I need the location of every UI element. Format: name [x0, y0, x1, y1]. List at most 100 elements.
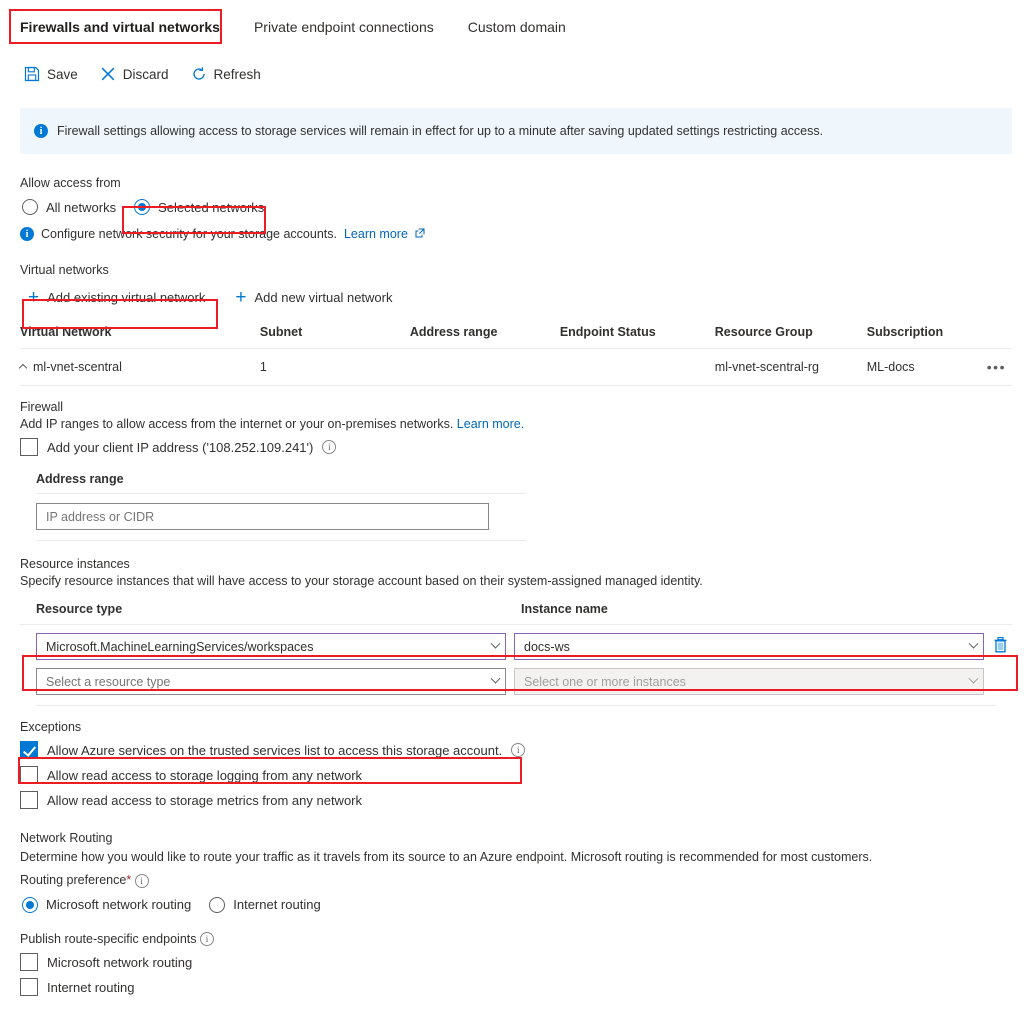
radio-indicator	[22, 199, 38, 215]
info-icon[interactable]: i	[134, 873, 149, 888]
required-mark: *	[126, 873, 132, 887]
virtual-networks-actions: + Add existing virtual network + Add new…	[20, 282, 1012, 313]
storage-logging-label: Allow read access to storage logging fro…	[47, 767, 363, 783]
resource-instances-label: Resource instances	[20, 557, 130, 571]
resource-instances-description: Specify resource instances that will hav…	[20, 574, 703, 588]
radio-label: Internet routing	[233, 897, 321, 913]
exceptions-label: Exceptions	[20, 720, 82, 734]
trusted-services-checkbox[interactable]	[20, 741, 38, 759]
chevron-down-icon	[968, 673, 979, 684]
firewall-description: Add IP ranges to allow access from the i…	[20, 417, 1012, 431]
exception-row-storage-logging[interactable]: Allow read access to storage logging fro…	[20, 766, 1012, 784]
tab-bar: Firewalls and virtual networks Private e…	[0, 0, 1032, 44]
tab-label: Private endpoint connections	[253, 19, 434, 35]
column-header-actions	[986, 325, 1012, 349]
add-new-virtual-network-button[interactable]: + Add new virtual network	[227, 282, 400, 313]
tab-custom-domain[interactable]: Custom domain	[466, 19, 568, 44]
divider	[36, 540, 526, 541]
divider	[36, 705, 996, 706]
resource-type-value: Microsoft.MachineLearningServices/worksp…	[46, 639, 314, 654]
radio-label: Selected networks	[158, 199, 265, 215]
publish-endpoints-label: Publish route-specific endpoints	[20, 931, 197, 946]
tab-private-endpoint-connections[interactable]: Private endpoint connections	[252, 19, 436, 44]
table-header-row: Virtual Network Subnet Address range End…	[20, 325, 1012, 349]
publish-microsoft-routing-checkbox[interactable]	[20, 953, 38, 972]
divider	[36, 493, 526, 494]
resource-type-select-empty[interactable]: Select a resource type	[36, 668, 506, 695]
radio-all-networks[interactable]: All networks	[20, 196, 122, 218]
instance-name-select[interactable]: docs-ws	[514, 633, 984, 660]
plus-icon: +	[235, 287, 247, 308]
firewall-learn-more-link[interactable]: Learn more.	[457, 417, 524, 431]
storage-logging-checkbox[interactable]	[20, 766, 38, 784]
chevron-down-icon	[490, 638, 501, 649]
routing-preference-label-row: Routing preference* i	[20, 873, 1012, 888]
client-ip-label: Add your client IP address ('108.252.109…	[47, 439, 314, 455]
cell-subscription: ML-docs	[866, 348, 987, 386]
info-icon[interactable]: i	[322, 440, 337, 454]
cell-address-range	[409, 348, 560, 386]
note-text: Configure network security for your stor…	[41, 227, 337, 241]
banner-text: Firewall settings allowing access to sto…	[57, 123, 824, 138]
save-button[interactable]: Save	[24, 66, 78, 82]
instance-name-placeholder: Select one or more instances	[524, 674, 686, 689]
table-row[interactable]: ml-vnet-scentral 1 ml-vnet-scentral-rg M…	[18, 348, 1012, 386]
info-icon: i	[34, 124, 48, 138]
chevron-right-icon[interactable]	[18, 363, 28, 372]
address-range-input[interactable]	[36, 503, 489, 530]
resource-type-select[interactable]: Microsoft.MachineLearningServices/worksp…	[36, 633, 506, 660]
publish-internet-routing-checkbox[interactable]	[20, 978, 38, 997]
learn-more-link[interactable]: Learn more	[344, 227, 408, 241]
radio-selected-networks[interactable]: Selected networks	[132, 196, 270, 218]
network-routing-label: Network Routing	[20, 831, 113, 845]
trash-icon	[992, 636, 1009, 657]
info-icon[interactable]: i	[199, 932, 214, 947]
radio-internet-routing[interactable]: Internet routing	[207, 894, 326, 916]
tab-firewalls-and-virtual-networks[interactable]: Firewalls and virtual networks	[18, 19, 222, 44]
client-ip-checkbox-row[interactable]: Add your client IP address ('108.252.109…	[20, 438, 1012, 456]
info-icon: i	[20, 227, 34, 241]
save-icon	[24, 66, 40, 82]
network-routing-description: Determine how you would like to route yo…	[20, 850, 873, 864]
routing-preference-label: Routing preference	[20, 873, 127, 887]
tab-label: Firewalls and virtual networks	[20, 19, 220, 35]
info-banner: i Firewall settings allowing access to s…	[20, 108, 1012, 154]
publish-endpoints-label-row: Publish route-specific endpoints i	[20, 932, 1012, 947]
radio-label: All networks	[46, 199, 117, 215]
column-header-resource-group: Resource Group	[714, 325, 867, 349]
delete-resource-instance-button[interactable]	[992, 636, 1009, 657]
refresh-label: Refresh	[213, 66, 261, 82]
storage-metrics-checkbox[interactable]	[20, 791, 38, 809]
row-context-menu-icon[interactable]: •••	[987, 359, 1006, 375]
allow-access-from-label: Allow access from	[20, 176, 121, 190]
divider	[20, 624, 1012, 625]
allow-access-radio-group: All networks Selected networks	[20, 196, 1012, 218]
external-link-icon	[415, 227, 425, 241]
publish-row-microsoft-network-routing[interactable]: Microsoft network routing	[20, 953, 1012, 972]
firewall-label: Firewall	[20, 400, 64, 414]
refresh-button[interactable]: Refresh	[191, 66, 261, 82]
add-existing-virtual-network-button[interactable]: + Add existing virtual network	[20, 282, 213, 313]
client-ip-checkbox[interactable]	[20, 438, 38, 456]
add-existing-label: Add existing virtual network	[47, 290, 206, 305]
virtual-networks-table: Virtual Network Subnet Address range End…	[18, 325, 1012, 386]
column-header-endpoint-status: Endpoint Status	[559, 325, 715, 349]
exception-row-storage-metrics[interactable]: Allow read access to storage metrics fro…	[20, 791, 1012, 809]
publish-internet-routing-label: Internet routing	[47, 979, 135, 995]
network-security-note: i Configure network security for your st…	[20, 227, 1012, 241]
exception-row-trusted-services[interactable]: Allow Azure services on the trusted serv…	[20, 741, 1012, 759]
info-icon[interactable]: i	[511, 743, 526, 757]
column-header-address-range: Address range	[409, 325, 560, 349]
cell-virtual-network[interactable]: ml-vnet-scentral	[18, 348, 260, 386]
radio-microsoft-network-routing[interactable]: Microsoft network routing	[20, 894, 197, 916]
add-new-label: Add new virtual network	[254, 290, 393, 305]
publish-row-internet-routing[interactable]: Internet routing	[20, 978, 1012, 997]
chevron-down-icon	[968, 638, 979, 649]
discard-button[interactable]: Discard	[100, 66, 169, 82]
virtual-network-name: ml-vnet-scentral	[33, 360, 122, 374]
instance-name-select-disabled: Select one or more instances	[514, 668, 984, 695]
radio-indicator	[134, 199, 151, 215]
save-label: Save	[47, 66, 78, 82]
resource-instance-row-filled: Microsoft.MachineLearningServices/worksp…	[20, 633, 1012, 660]
radio-indicator	[22, 896, 38, 913]
